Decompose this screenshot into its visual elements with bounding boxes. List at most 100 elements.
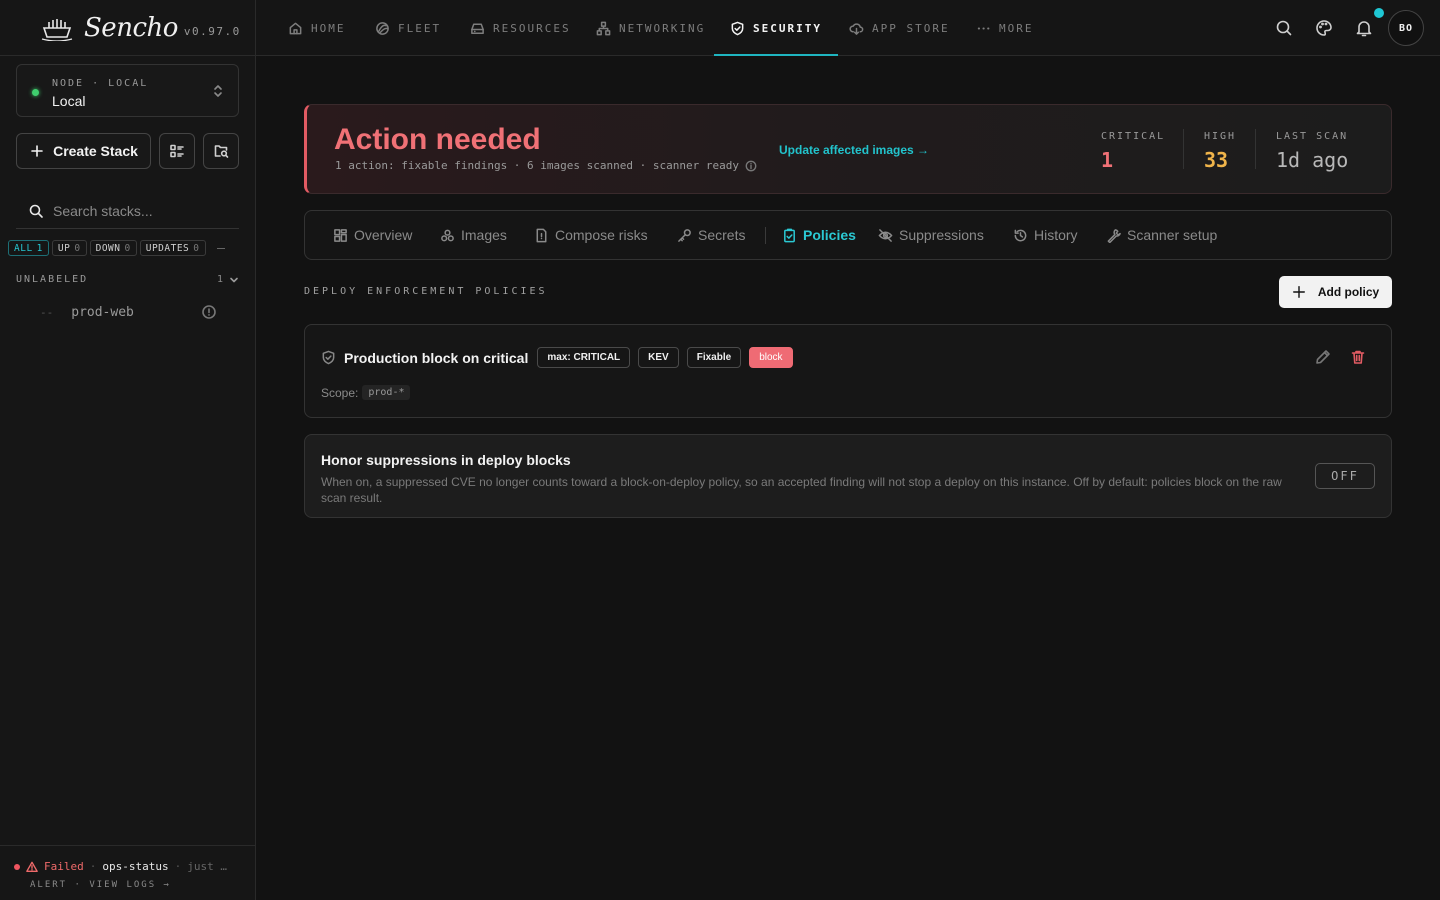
tab-images[interactable]: Images [440, 211, 507, 259]
activity-actions[interactable]: ALERT · VIEW LOGS → [14, 880, 255, 890]
filter-all[interactable]: ALL 1 [8, 240, 49, 256]
shield-check-icon [322, 350, 335, 365]
honor-suppressions-card: Honor suppressions in deploy blocks When… [304, 434, 1392, 518]
wrench-icon [1107, 228, 1121, 243]
stat-high-label: HIGH [1204, 131, 1237, 142]
nav-app-store[interactable]: APP STORE [849, 0, 950, 56]
dots-icon [977, 26, 990, 30]
chevron-down-icon [230, 277, 238, 282]
tab-suppressions[interactable]: Suppressions [878, 211, 984, 259]
tab-compose-risks[interactable]: Compose risks [534, 211, 648, 259]
folder-search-button[interactable] [203, 133, 239, 169]
section-title: DEPLOY ENFORCEMENT POLICIES [304, 286, 548, 297]
tab-overview[interactable]: Overview [333, 211, 412, 259]
banner-title: Action needed [334, 123, 541, 156]
failure-dot [14, 863, 20, 870]
brand-version: v0.97.0 [183, 25, 241, 38]
nav-security[interactable]: SECURITY [714, 0, 838, 56]
shield-icon [731, 21, 744, 35]
nav-fleet-label: FLEET [398, 21, 442, 35]
policy-name: Production block on critical [344, 349, 529, 366]
sidebar: Sencho v0.97.0 NODE · LOCAL Local Create… [0, 0, 256, 900]
stat-critical-value: 1 [1101, 148, 1114, 172]
tab-compose-risks-label: Compose risks [555, 227, 648, 243]
nav-resources[interactable]: RESOURCES [470, 0, 571, 56]
palette-icon[interactable] [1314, 18, 1334, 38]
tab-policies[interactable]: Policies [782, 211, 856, 259]
info-icon[interactable] [745, 160, 757, 172]
plus-icon [31, 145, 43, 157]
stack-search[interactable] [16, 193, 239, 229]
sencho-logo-icon [41, 18, 73, 41]
cloud-download-icon [849, 22, 864, 35]
tab-images-label: Images [461, 227, 507, 243]
nav-home-label: HOME [311, 21, 346, 35]
stack-item[interactable]: -- prod-web [40, 302, 216, 322]
node-value: Local [52, 93, 86, 109]
tab-scanner-setup[interactable]: Scanner setup [1106, 211, 1217, 259]
tab-history[interactable]: History [1013, 211, 1078, 259]
bell-icon[interactable] [1354, 18, 1374, 38]
stat-divider [1255, 129, 1256, 169]
activity-status: Failed [44, 860, 84, 873]
tab-secrets[interactable]: Secrets [677, 211, 745, 259]
chevron-updown-icon [214, 85, 222, 97]
stack-search-input[interactable] [53, 202, 233, 219]
brand: Sencho v0.97.0 [0, 0, 255, 56]
nav-more[interactable]: MORE [976, 0, 1034, 56]
list-layout-icon [170, 144, 184, 158]
nav-home[interactable]: HOME [288, 0, 346, 56]
tab-suppressions-label: Suppressions [899, 227, 984, 243]
add-policy-label: Add policy [1317, 285, 1380, 299]
nav-fleet[interactable]: FLEET [375, 0, 441, 56]
nav-more-label: MORE [999, 21, 1034, 35]
policy-card: Production block on critical max: CRITIC… [304, 324, 1392, 418]
info-icon [202, 305, 216, 319]
group-label: UNLABELED [16, 274, 89, 285]
stat-divider [1183, 129, 1184, 169]
filter-all-label: ALL [14, 242, 33, 254]
filter-down[interactable]: DOWN 0 [89, 240, 137, 256]
stack-status-dash: -- [40, 305, 54, 319]
action-banner: Action needed 1 action: fixable findings… [304, 104, 1392, 194]
badge-kev: KEV [638, 347, 679, 368]
filter-up[interactable]: UP 0 [51, 240, 87, 256]
create-stack-button[interactable]: Create Stack [16, 133, 151, 169]
banner-subtitle-text: 1 action: fixable findings · 6 images sc… [335, 159, 739, 172]
nav-networking[interactable]: NETWORKING [596, 0, 705, 56]
security-tabs: Overview Images Compose risks Secrets Po… [304, 210, 1392, 260]
tab-secrets-label: Secrets [698, 227, 746, 243]
plus-icon [1292, 286, 1305, 298]
scope-value: prod-* [362, 385, 411, 400]
update-images-link[interactable]: Update affected images → [779, 143, 929, 157]
clipboard-check-icon [784, 228, 795, 242]
honor-toggle[interactable]: OFF [1315, 463, 1375, 489]
filter-updates[interactable]: UPDATES 0 [139, 240, 206, 256]
node-selector[interactable]: NODE · LOCAL Local [16, 64, 239, 117]
activity-sep-2: · [174, 860, 182, 873]
warning-icon [26, 861, 38, 872]
add-policy-button[interactable]: Add policy [1279, 276, 1392, 308]
badge-max-severity: max: CRITICAL [537, 347, 631, 368]
badge-fixable: Fixable [686, 347, 742, 368]
stat-critical-label: CRITICAL [1101, 131, 1166, 142]
history-icon [1014, 229, 1027, 241]
stat-last-scan-label: LAST SCAN [1276, 131, 1349, 142]
eye-off-icon [878, 228, 893, 242]
tab-policies-label: Policies [803, 227, 856, 243]
edit-pencil-icon[interactable] [1315, 349, 1331, 365]
collapse-dash[interactable] [216, 247, 225, 249]
brand-name: Sencho [84, 12, 178, 43]
stack-name: prod-web [71, 304, 134, 320]
tab-divider [765, 227, 766, 244]
policy-header: Production block on critical max: CRITIC… [321, 347, 793, 368]
avatar[interactable]: BO [1388, 10, 1424, 46]
scope-label: Scope: [321, 385, 359, 400]
stack-group-header[interactable]: UNLABELED 1 [16, 274, 239, 285]
search-icon[interactable] [1274, 18, 1294, 38]
filter-up-label: UP [57, 242, 71, 254]
list-view-button[interactable] [159, 133, 195, 169]
activity-time: just … [187, 860, 227, 873]
notification-dot [1374, 8, 1384, 18]
trash-icon[interactable] [1350, 349, 1366, 365]
